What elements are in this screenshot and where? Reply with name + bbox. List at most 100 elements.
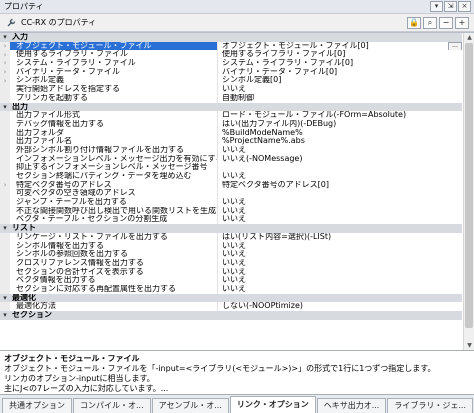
close-icon[interactable]: × <box>458 1 471 12</box>
property-row[interactable]: クロスリファレンス情報を出力する いいえ <box>0 258 462 268</box>
lock-icon[interactable]: 🔒 <box>407 16 421 29</box>
expand-icon[interactable]: › <box>0 67 10 77</box>
property-value[interactable]: 自動制御 <box>218 94 462 103</box>
row-gutter <box>0 145 10 155</box>
property-row[interactable]: プリンカを起動する 自動制御 <box>0 93 462 103</box>
dropdown-icon[interactable]: ▾ <box>430 1 443 12</box>
tab[interactable]: ヘキサ出力オ... <box>316 398 387 413</box>
property-row[interactable]: リンケージ・リスト・ファイルを出力する はい(リスト内容=選択)(-LISt) <box>0 232 462 242</box>
property-row[interactable]: › バイナリ・データ・ファイル バイナリ・データ・ファイル[0] <box>0 67 462 77</box>
property-row[interactable]: 可変ベクタの空き領域のアドレス <box>0 189 462 199</box>
collapse-button[interactable]: − <box>439 16 453 29</box>
expand-button[interactable]: + <box>455 16 469 29</box>
property-row[interactable]: シンボルの参照回数を出力する いいえ <box>0 250 462 259</box>
property-row[interactable]: ベクタ・テーブル・セクションの分割生成 いいえ <box>0 215 462 225</box>
property-value[interactable]: いいえ <box>218 85 462 94</box>
property-row[interactable]: › シンボル定義 シンボル定義[0] <box>0 76 462 86</box>
property-value[interactable]: いいえ <box>218 285 462 294</box>
property-name: セクションの合計サイズを表示する <box>10 267 218 277</box>
scroll-up-icon[interactable]: ▲ <box>464 33 474 43</box>
property-value[interactable]: シンボル定義[0] <box>218 76 462 85</box>
pin-icon[interactable]: ⇲ <box>444 1 457 12</box>
property-row[interactable]: ベクタ情報を出力する いいえ <box>0 276 462 285</box>
property-value[interactable]: はい(リスト内容=選択)(-LISt) <box>218 233 462 242</box>
expand-icon[interactable]: › <box>0 50 10 60</box>
expand-icon[interactable]: › <box>0 180 10 190</box>
property-row[interactable]: デバッグ情報を出力する はい(出力ファイル内)(-DEBug) <box>0 119 462 129</box>
property-value[interactable] <box>218 189 462 198</box>
property-row[interactable]: › 特定ベクタ番号のアドレス 特定ベクタ番号のアドレス[0] <box>0 180 462 190</box>
property-value[interactable]: いいえ <box>218 259 462 268</box>
property-row[interactable]: 抑止するインフォメーションレベル・メッセージ番号 <box>0 163 462 172</box>
tab[interactable]: コンパイル・オ... <box>73 398 151 413</box>
collapse-icon[interactable]: ▾ <box>0 293 10 303</box>
category-row[interactable]: ▾ セクション <box>0 311 462 320</box>
collapse-icon[interactable]: ▾ <box>0 224 10 233</box>
tab[interactable]: アセンブル・オ... <box>151 398 229 413</box>
row-gutter <box>0 215 10 225</box>
property-row[interactable]: › システム・ライブラリ・ファイル システム・ライブラリ・ファイル[0] <box>0 59 462 68</box>
vertical-scrollbar[interactable]: ▲ ▼ <box>463 33 474 350</box>
expand-icon[interactable]: › <box>0 41 10 51</box>
collapse-icon[interactable]: ▾ <box>0 102 10 112</box>
property-row[interactable]: セクションに対応する再配置属性を出力する いいえ <box>0 284 462 294</box>
collapse-icon[interactable]: ▾ <box>0 33 10 42</box>
row-gutter <box>0 241 10 251</box>
property-row[interactable]: 最適化方法 しない(-NOOPtimize) <box>0 302 462 311</box>
category-row[interactable]: ▾ リスト <box>0 224 462 233</box>
property-value[interactable]: はい(出力ファイル内)(-DEBug) <box>218 120 462 129</box>
property-row[interactable]: ジャンプ・テーブルを出力する いいえ <box>0 198 462 207</box>
tab[interactable]: ライブラリ・ジェ... <box>387 398 473 413</box>
property-value[interactable]: いいえ <box>218 146 462 155</box>
property-row[interactable]: › 使用するライブラリ・ファイル 使用するライブラリ・ファイル[0] <box>0 50 462 60</box>
expand-icon[interactable]: › <box>0 76 10 86</box>
property-row[interactable]: › オブジェクト・モジュール・ファイル オブジェクト・モジュール・ファイル[0]… <box>0 41 462 51</box>
property-row[interactable]: 出力フォルダ %BuildModeName% <box>0 128 462 138</box>
property-value[interactable]: しない(-NOOPtimize) <box>218 302 462 311</box>
scroll-thumb[interactable] <box>465 43 473 328</box>
property-row[interactable]: セクションの合計サイズを表示する いいえ <box>0 267 462 277</box>
row-gutter <box>0 93 10 103</box>
row-gutter <box>0 85 10 94</box>
property-row[interactable]: 実行開始アドレスを指定する いいえ <box>0 85 462 94</box>
search-icon[interactable]: ⌕ <box>423 16 437 29</box>
tab[interactable]: 共通オプション <box>2 398 72 413</box>
property-row[interactable]: 出力ファイル名 %ProjectName%.abs <box>0 137 462 146</box>
property-name: ベクタ・テーブル・セクションの分割生成 <box>10 215 218 225</box>
property-value[interactable]: %ProjectName%.abs <box>218 137 462 146</box>
property-value[interactable]: いいえ(-NOMessage) <box>218 155 462 164</box>
property-value[interactable]: 使用するライブラリ・ファイル[0] <box>218 50 462 59</box>
property-value[interactable]: バイナリ・データ・ファイル[0] <box>218 68 462 77</box>
property-value[interactable]: いいえ <box>218 198 462 207</box>
category-label: 入力 <box>12 33 28 41</box>
property-value[interactable]: オブジェクト・モジュール・ファイル[0] <box>218 41 462 51</box>
category-row[interactable]: ▾ 最適化 <box>0 293 462 303</box>
property-value[interactable]: いいえ <box>218 207 462 216</box>
property-value[interactable]: 特定ベクタ番号のアドレス[0] <box>218 181 462 190</box>
property-value[interactable]: いいえ <box>218 242 462 251</box>
property-row[interactable]: 不正な間接関数呼び出し検出で用いる関数リストを生成する いいえ <box>0 206 462 216</box>
expand-icon[interactable]: › <box>0 59 10 68</box>
property-row[interactable]: 出力ファイル形式 ロード・モジュール・ファイル(-FOrm=Absolute) <box>0 111 462 120</box>
ellipsis-button[interactable]: … <box>448 41 462 51</box>
property-value[interactable]: ロード・モジュール・ファイル(-FOrm=Absolute) <box>218 111 462 120</box>
tab[interactable]: リンク・オプション <box>229 396 316 413</box>
category-row[interactable]: ▾ 入力 <box>0 33 462 42</box>
property-row[interactable]: インフォメーションレベル・メッセージ出力を有効にする いいえ(-NOMessage… <box>0 154 462 164</box>
collapse-icon[interactable]: ▾ <box>0 311 10 320</box>
property-value[interactable]: いいえ <box>218 215 462 224</box>
property-row[interactable]: シンボル情報を出力する いいえ <box>0 241 462 251</box>
property-row[interactable]: 外部シンボル割り付け情報ファイルを出力する いいえ <box>0 145 462 155</box>
property-value[interactable]: いいえ <box>218 250 462 259</box>
property-name: デバッグ情報を出力する <box>10 119 218 129</box>
category-row[interactable]: ▾ 出力 <box>0 102 462 112</box>
property-value[interactable]: %BuildModeName% <box>218 129 462 138</box>
property-value[interactable]: いいえ <box>218 276 462 285</box>
property-value[interactable] <box>218 163 462 172</box>
property-value[interactable]: いいえ <box>218 172 462 181</box>
property-value[interactable]: いいえ <box>218 268 462 277</box>
row-gutter <box>0 137 10 146</box>
property-row[interactable]: セクション終端にパディング・データを埋め込む いいえ <box>0 172 462 181</box>
scroll-down-icon[interactable]: ▼ <box>464 341 474 350</box>
property-value[interactable]: システム・ライブラリ・ファイル[0] <box>218 59 462 68</box>
